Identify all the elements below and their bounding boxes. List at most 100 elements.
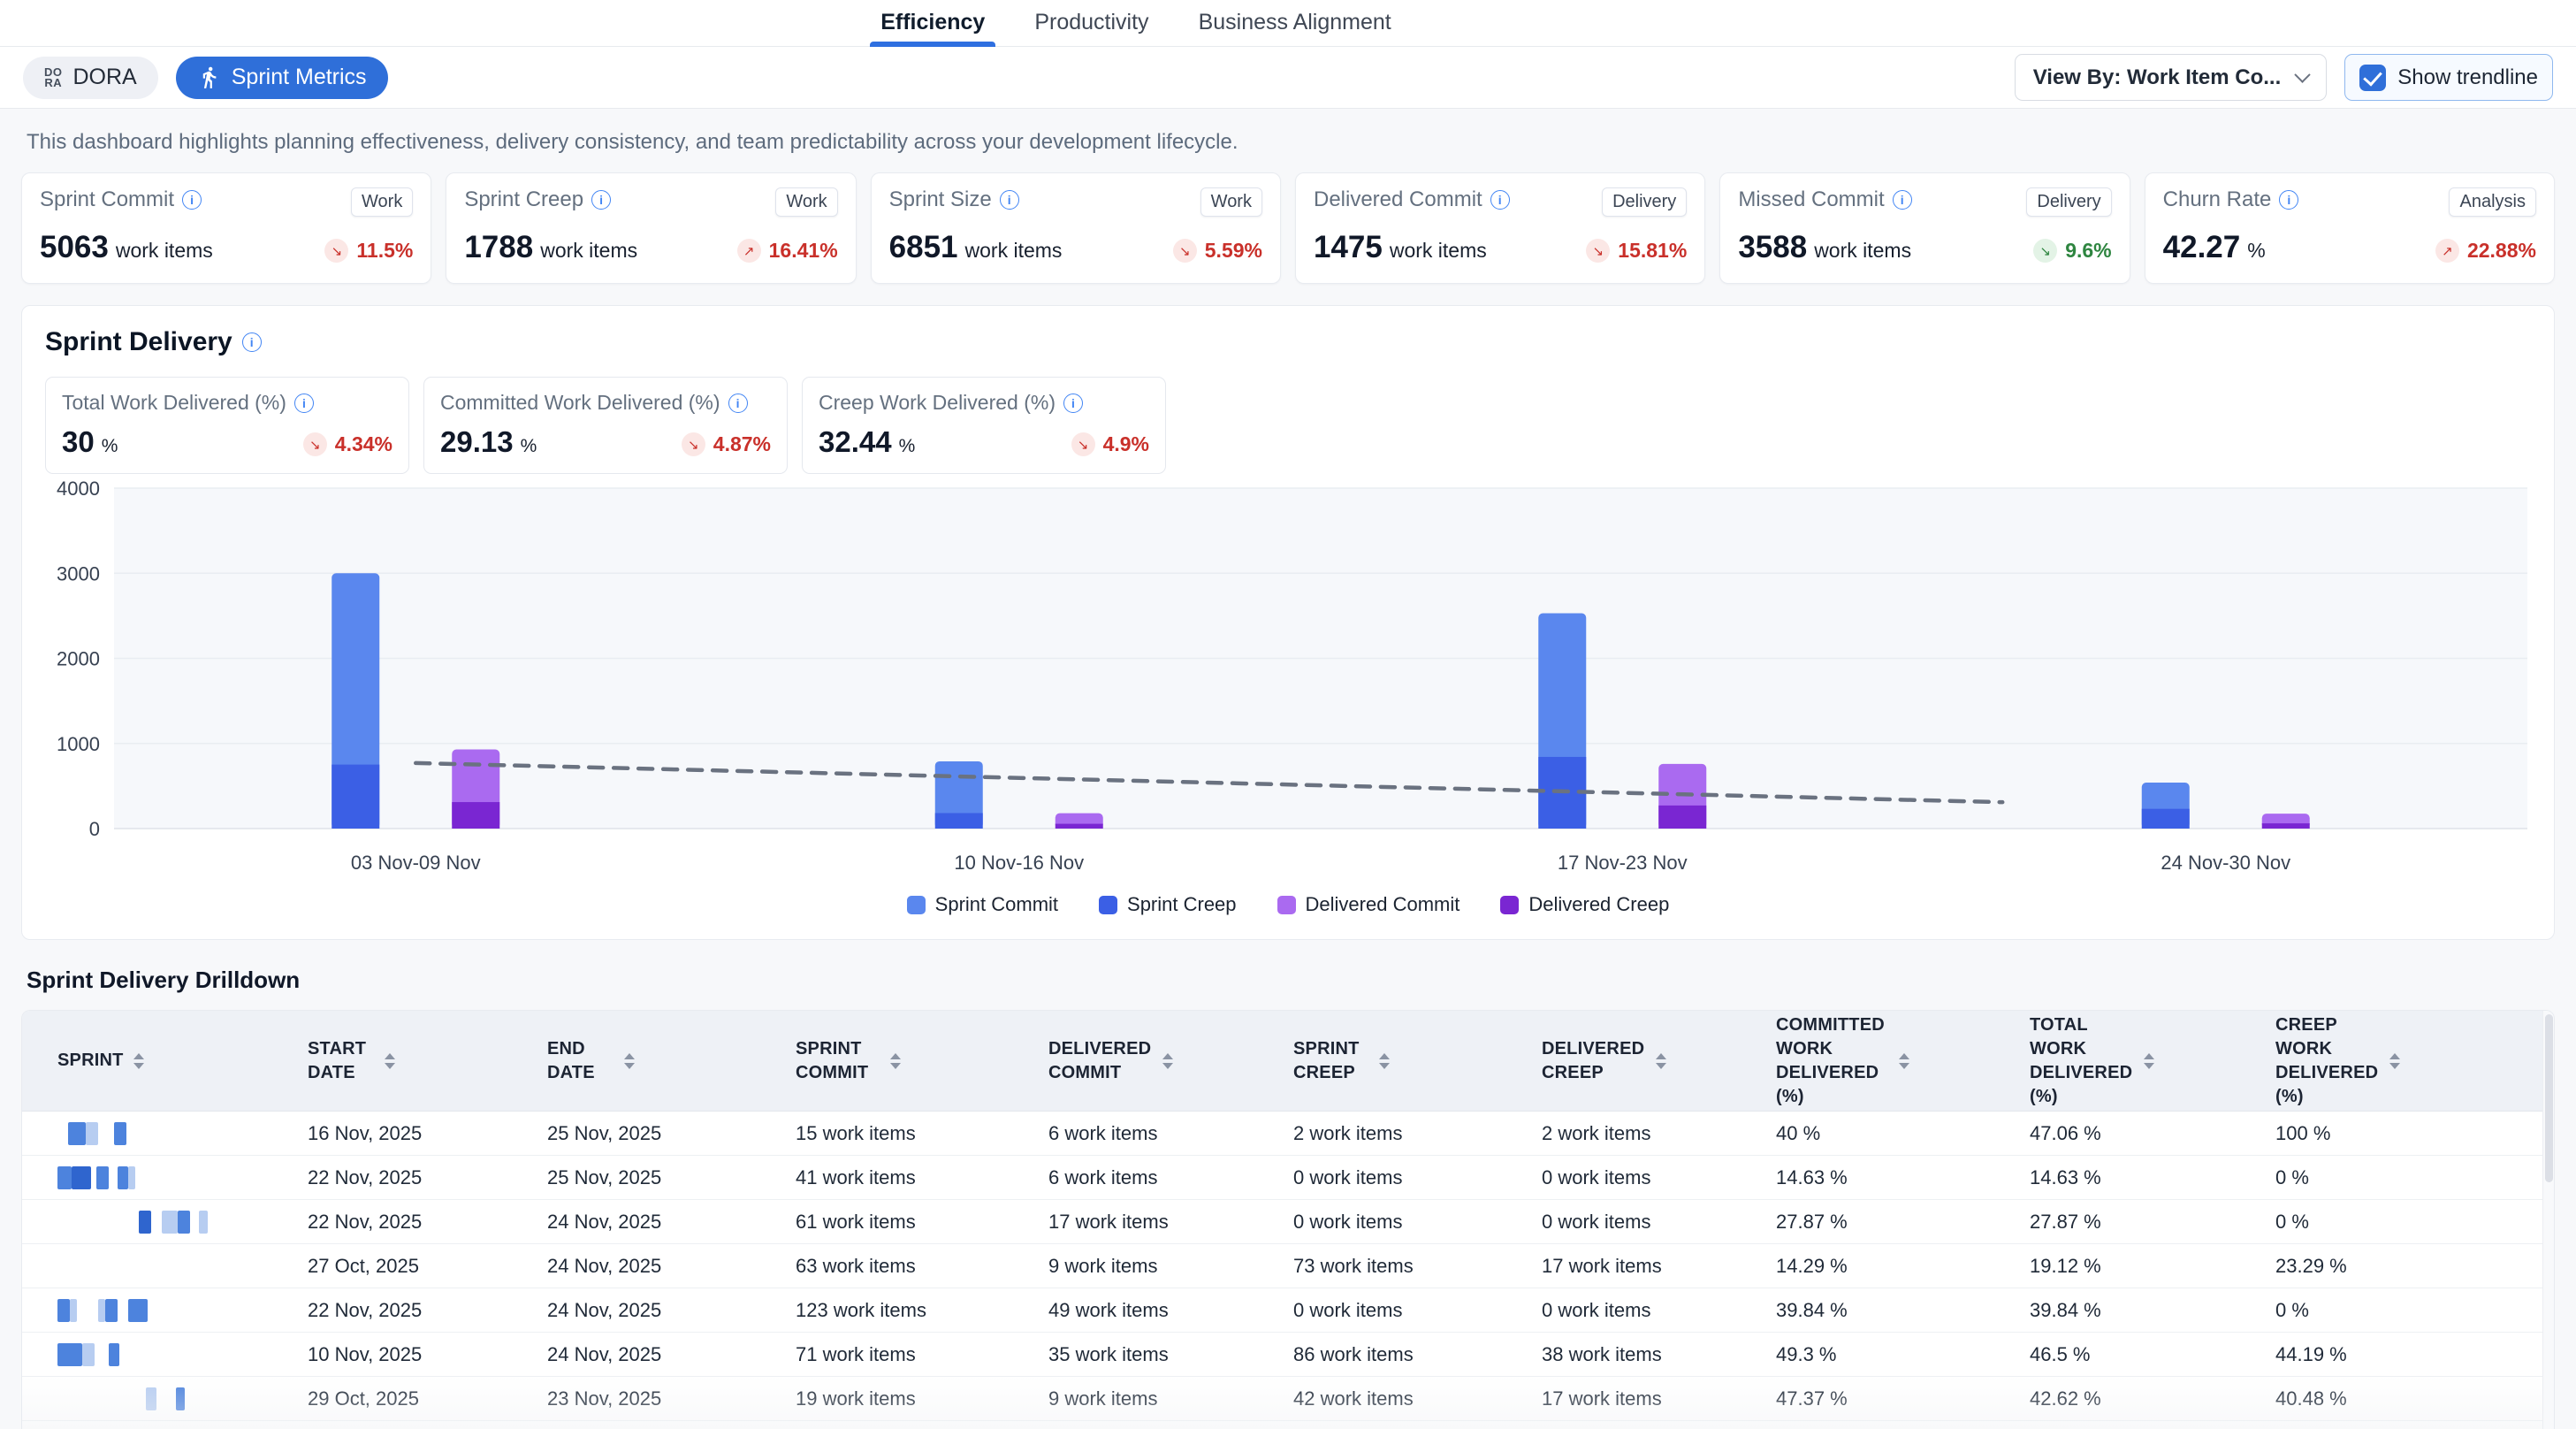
delivered-creep-bar[interactable]: [1056, 824, 1103, 829]
table-cell: 0 work items: [1542, 1211, 1776, 1234]
sprint-creep-bar[interactable]: [2142, 809, 2190, 829]
metric-card-committed-work-delivered: Committed Work Delivered (%)i29.13%↘4.87…: [423, 377, 788, 474]
column-header-sprint[interactable]: SPRINT: [57, 1049, 308, 1073]
info-icon[interactable]: i: [728, 394, 748, 413]
sort-icon[interactable]: [624, 1053, 635, 1069]
sprint-delivery-subcards: Total Work Delivered (%)i30%↘4.34%Commit…: [45, 377, 2531, 474]
trend-up-icon: ↗: [737, 239, 761, 263]
tab-productivity[interactable]: Productivity: [1031, 0, 1152, 46]
info-icon[interactable]: i: [1063, 394, 1083, 413]
legend-label: Delivered Commit: [1306, 893, 1460, 916]
card-value: 1475: [1314, 230, 1383, 264]
show-trendline-toggle[interactable]: Show trendline: [2344, 54, 2553, 101]
card-delta-value: 11.5%: [356, 239, 413, 263]
column-header-delivered-creep[interactable]: DELIVERED CREEP: [1542, 1037, 1776, 1085]
info-icon[interactable]: i: [1490, 190, 1510, 210]
table-row[interactable]: 29 Oct, 202523 Nov, 202519 work items9 w…: [22, 1376, 2554, 1420]
table-row[interactable]: 10 Nov, 202524 Nov, 202571 work items35 …: [22, 1332, 2554, 1376]
table-row[interactable]: 11 Nov, 202521 Nov, 202540 work items12 …: [22, 1420, 2554, 1429]
redaction-block: [57, 1166, 72, 1189]
table-row[interactable]: 22 Nov, 202525 Nov, 202541 work items6 w…: [22, 1155, 2554, 1199]
info-icon[interactable]: i: [591, 190, 611, 210]
dora-button-label: DORA: [73, 65, 137, 90]
table-scrollbar[interactable]: [2542, 1011, 2554, 1429]
legend-item-sprint-creep[interactable]: Sprint Creep: [1099, 893, 1237, 916]
table-scrollbar-thumb[interactable]: [2545, 1014, 2553, 1182]
legend-item-delivered-creep[interactable]: Delivered Creep: [1500, 893, 1669, 916]
sort-icon[interactable]: [890, 1053, 901, 1069]
sprint-name-redacted: [57, 1166, 308, 1189]
card-value: 29.13: [440, 425, 514, 458]
delivered-creep-bar[interactable]: [452, 802, 499, 829]
table-row[interactable]: 27 Oct, 202524 Nov, 202563 work items9 w…: [22, 1243, 2554, 1288]
legend-item-sprint-commit[interactable]: Sprint Commit: [907, 893, 1058, 916]
table-cell: 24 Nov, 2025: [547, 1211, 796, 1234]
table-cell: 9 work items: [1048, 1387, 1293, 1410]
sort-icon[interactable]: [1162, 1053, 1173, 1069]
redaction-block: [162, 1211, 178, 1234]
tab-efficiency[interactable]: Efficiency: [877, 0, 988, 46]
column-header-sprint-creep[interactable]: SPRINT CREEP: [1293, 1037, 1542, 1085]
sprint-name-redacted: [57, 1343, 308, 1366]
card-category-badge: Delivery: [2026, 187, 2111, 217]
column-header-creep-work-delivered[interactable]: CREEP WORK DELIVERED (%): [2275, 1013, 2542, 1109]
column-header-label: CREEP WORK DELIVERED (%): [2275, 1013, 2380, 1109]
column-header-delivered-commit[interactable]: DELIVERED COMMIT: [1048, 1037, 1293, 1085]
sprint-creep-bar[interactable]: [332, 765, 379, 829]
card-delta-value: 15.81%: [1618, 239, 1687, 263]
sprint-delivery-chart[interactable]: 0100020003000400003 Nov-09 Nov10 Nov-16 …: [45, 478, 2561, 883]
column-header-sprint-commit[interactable]: SPRINT COMMIT: [796, 1037, 1048, 1085]
info-icon[interactable]: i: [1893, 190, 1912, 210]
sprint-metrics-button[interactable]: Sprint Metrics: [176, 57, 388, 99]
toolbar: DORA DORA Sprint Metrics View By: Work I…: [0, 47, 2576, 109]
table-cell: 14.63 %: [2030, 1166, 2275, 1189]
delivered-creep-bar[interactable]: [1658, 806, 1706, 829]
delivered-creep-bar[interactable]: [2262, 823, 2310, 829]
table-body: 16 Nov, 202525 Nov, 202515 work items6 w…: [22, 1111, 2554, 1429]
sort-icon[interactable]: [1899, 1053, 1909, 1069]
info-icon[interactable]: i: [2279, 190, 2298, 210]
sort-icon[interactable]: [2144, 1053, 2154, 1069]
x-axis-label: 24 Nov-30 Nov: [2161, 852, 2290, 874]
sort-icon[interactable]: [133, 1053, 144, 1069]
sort-icon[interactable]: [1656, 1053, 1666, 1069]
metric-card-missed-commit: Missed CommitiDelivery3588work items↘9.6…: [1719, 172, 2130, 284]
redaction-block: [57, 1343, 82, 1366]
trendline-checkbox[interactable]: [2359, 65, 2386, 91]
dora-button[interactable]: DORA DORA: [23, 57, 158, 99]
drilldown-title: Sprint Delivery Drilldown: [27, 967, 2549, 994]
table-row[interactable]: 22 Nov, 202524 Nov, 202561 work items17 …: [22, 1199, 2554, 1243]
redaction-block: [109, 1343, 119, 1366]
table-row[interactable]: 22 Nov, 202524 Nov, 2025123 work items49…: [22, 1288, 2554, 1332]
view-by-dropdown[interactable]: View By: Work Item Co...: [2015, 54, 2328, 101]
table-cell: 22 Nov, 2025: [308, 1211, 547, 1234]
sort-icon[interactable]: [1379, 1053, 1390, 1069]
card-delta: ↘15.81%: [1586, 239, 1687, 263]
x-axis-label: 10 Nov-16 Nov: [954, 852, 1084, 874]
card-unit: %: [521, 436, 537, 456]
table-cell: 0 work items: [1293, 1211, 1542, 1234]
card-unit: work items: [1390, 239, 1487, 262]
column-header-start-date[interactable]: START DATE: [308, 1037, 547, 1085]
column-header-total-work-delivered[interactable]: TOTAL WORK DELIVERED (%): [2030, 1013, 2275, 1109]
table-cell: 22 Nov, 2025: [308, 1299, 547, 1322]
sort-icon[interactable]: [2389, 1053, 2400, 1069]
info-icon[interactable]: i: [242, 332, 262, 352]
info-icon[interactable]: i: [294, 394, 314, 413]
chevron-down-icon: [2295, 66, 2311, 82]
legend-item-delivered-commit[interactable]: Delivered Commit: [1277, 893, 1460, 916]
card-unit: work items: [540, 239, 637, 262]
table-cell: 0 work items: [1542, 1299, 1776, 1322]
column-header-end-date[interactable]: END DATE: [547, 1037, 796, 1085]
column-header-committed-work-delivered[interactable]: COMMITTED WORK DELIVERED (%): [1776, 1013, 2030, 1109]
info-icon[interactable]: i: [182, 190, 202, 210]
metric-card-sprint-size: Sprint SizeiWork6851work items↘5.59%: [871, 172, 1281, 284]
tab-business-alignment[interactable]: Business Alignment: [1195, 0, 1395, 46]
redaction-block: [128, 1166, 135, 1189]
sort-icon[interactable]: [385, 1053, 395, 1069]
table-row[interactable]: 16 Nov, 202525 Nov, 202515 work items6 w…: [22, 1111, 2554, 1155]
card-delta-value: 4.34%: [335, 432, 392, 456]
table-cell: 22 Nov, 2025: [308, 1166, 547, 1189]
info-icon[interactable]: i: [1000, 190, 1019, 210]
sprint-creep-bar[interactable]: [935, 813, 983, 829]
